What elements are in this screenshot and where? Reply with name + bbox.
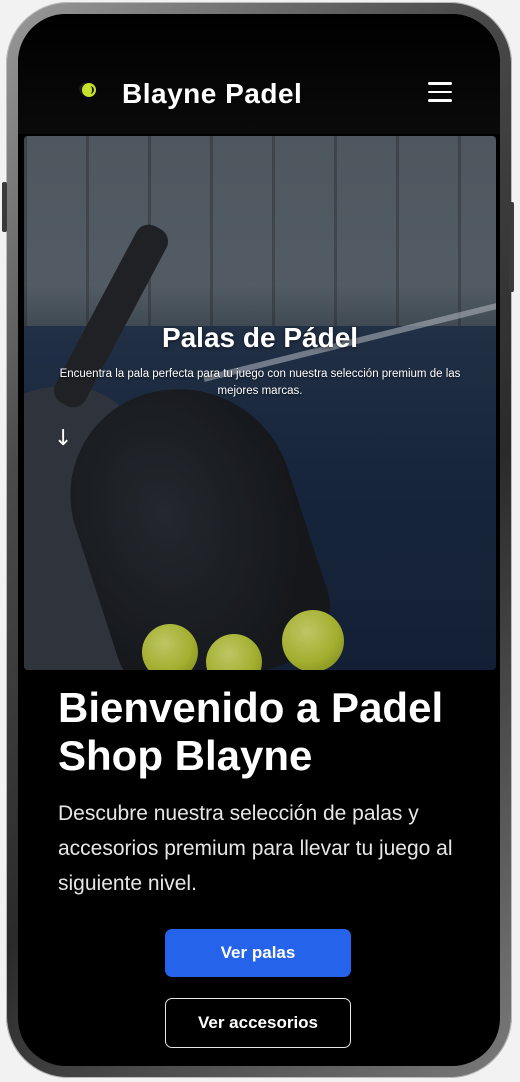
- power-button: [509, 202, 514, 292]
- site-header: Blayne Padel: [18, 14, 500, 134]
- volume-button: [2, 182, 7, 232]
- hero-title: Palas de Pádel: [161, 322, 359, 353]
- brand-name[interactable]: Blayne Padel: [122, 78, 302, 110]
- screen: Blayne Padel Palas de Pádel Encuentra la…: [18, 14, 500, 1066]
- view-accessories-button[interactable]: Ver accesorios: [165, 998, 351, 1048]
- view-paddles-button[interactable]: Ver palas: [165, 929, 351, 977]
- hero-banner: Palas de Pádel Encuentra la pala perfect…: [24, 136, 496, 670]
- arrow-down-icon[interactable]: ↓: [54, 426, 72, 451]
- hero-subtitle: Encuentra la pala perfecta para tu juego…: [59, 368, 461, 397]
- hero-overlay: [24, 136, 496, 670]
- padel-ball-icon[interactable]: [82, 83, 96, 97]
- welcome-description: Descubre nuestra selección de palas y ac…: [58, 802, 453, 895]
- welcome-title: Bienvenido a Padel Shop Blayne: [58, 684, 444, 779]
- hamburger-menu-icon[interactable]: [428, 82, 452, 102]
